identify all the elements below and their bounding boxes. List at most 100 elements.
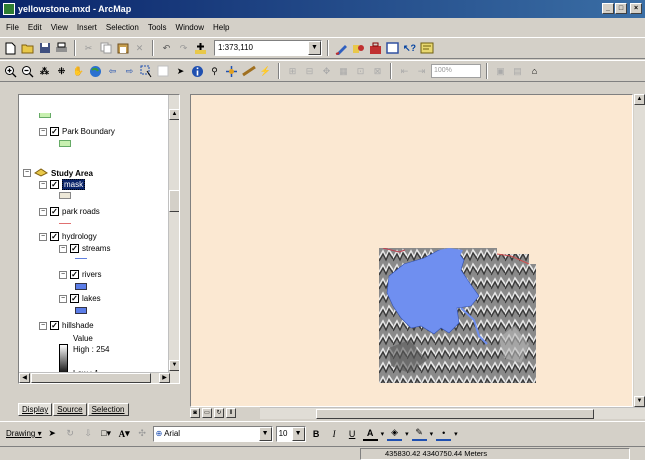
chevron-down-icon[interactable]: ▼ <box>291 426 305 441</box>
new-document-icon[interactable] <box>3 41 18 56</box>
menu-selection[interactable]: Selection <box>106 23 139 32</box>
fixed-zoom-in-layout-icon[interactable]: ⊡ <box>353 64 368 79</box>
layer-row-hillshade[interactable]: − ✓ hillshade <box>39 321 94 330</box>
redo-icon[interactable]: ↷ <box>176 41 191 56</box>
map-scale-combo[interactable]: 1:373,110 ▼ <box>214 40 322 56</box>
scroll-down-icon[interactable]: ▼ <box>634 396 645 407</box>
dropdown-arrow-icon[interactable]: ▾ <box>454 430 458 438</box>
layer-row-park-roads[interactable]: − ✓ park roads <box>39 207 100 216</box>
layout-zoom-in-icon[interactable]: ⊞ <box>285 64 300 79</box>
dropdown-arrow-icon[interactable]: ▾ <box>405 430 409 438</box>
identify-icon[interactable] <box>190 64 205 79</box>
menu-tools[interactable]: Tools <box>148 23 167 32</box>
zoom-in-icon[interactable] <box>3 64 18 79</box>
tab-selection[interactable]: Selection <box>87 403 129 416</box>
full-extent-icon[interactable] <box>88 64 103 79</box>
scroll-left-icon[interactable]: ◀ <box>19 373 30 383</box>
hyperlink-icon[interactable]: ⚡ <box>258 64 273 79</box>
group-name[interactable]: Study Area <box>51 169 93 178</box>
layer-row-park-boundary[interactable]: − ✓ Park Boundary <box>39 127 115 136</box>
zoom-100-icon[interactable]: ⇤ <box>397 64 412 79</box>
zoom-to-selected-icon[interactable]: ⇩ <box>81 426 96 441</box>
select-elements-icon[interactable]: ➤ <box>45 426 60 441</box>
scroll-thumb[interactable] <box>31 373 151 383</box>
edit-vertices-icon[interactable]: ✣ <box>135 426 150 441</box>
save-icon[interactable] <box>37 41 52 56</box>
drawing-menu[interactable]: Drawing ▾ <box>6 429 42 438</box>
layer-visibility-checkbox[interactable]: ✓ <box>70 244 79 253</box>
layer-visibility-checkbox[interactable]: ✓ <box>70 294 79 303</box>
menu-view[interactable]: View <box>51 23 68 32</box>
collapse-icon[interactable]: − <box>39 232 47 241</box>
editor-toolbar-icon[interactable] <box>334 41 349 56</box>
measure-icon[interactable] <box>241 64 256 79</box>
layout-pan-icon[interactable]: ✥ <box>319 64 334 79</box>
chevron-down-icon[interactable]: ▼ <box>308 41 321 55</box>
collapse-icon[interactable]: − <box>59 294 67 303</box>
layer-row-streams[interactable]: − ✓ streams <box>59 244 110 253</box>
minimize-button[interactable]: _ <box>602 3 614 14</box>
next-extent-icon[interactable]: ⇨ <box>122 64 137 79</box>
group-name[interactable]: hydrology <box>62 232 97 241</box>
layer-visibility-checkbox[interactable]: ✓ <box>50 321 59 330</box>
layout-zoom-combo[interactable]: 100% <box>431 64 481 78</box>
delete-icon[interactable]: ✕ <box>132 41 147 56</box>
underline-button[interactable]: U <box>345 426 360 441</box>
marker-color-icon[interactable]: • <box>436 426 452 441</box>
layout-view-icon[interactable]: ▭ <box>202 408 212 418</box>
select-elements-icon[interactable]: ➤ <box>173 64 188 79</box>
layer-visibility-checkbox[interactable]: ✓ <box>50 180 59 189</box>
copy-icon[interactable] <box>98 41 113 56</box>
zoom-out-icon[interactable] <box>20 64 35 79</box>
close-button[interactable]: × <box>630 3 642 14</box>
menu-insert[interactable]: Insert <box>77 23 97 32</box>
go-to-xy-icon[interactable] <box>224 64 239 79</box>
collapse-icon[interactable]: − <box>23 169 31 177</box>
map-display[interactable] <box>190 94 633 407</box>
toc-vertical-scrollbar[interactable]: ▲ ▼ <box>168 95 179 383</box>
maximize-button[interactable]: □ <box>615 3 627 14</box>
toggle-draft-mode-icon[interactable]: ▣ <box>493 64 508 79</box>
focus-data-frame-icon[interactable]: ▤ <box>510 64 525 79</box>
collapse-icon[interactable]: − <box>39 207 47 216</box>
chevron-down-icon[interactable]: ▼ <box>258 426 272 441</box>
pause-drawing-icon[interactable]: Ⅱ <box>226 408 236 418</box>
go-back-extent-icon[interactable]: ⇥ <box>414 64 429 79</box>
menu-file[interactable]: File <box>6 23 19 32</box>
fixed-zoom-out-layout-icon[interactable]: ⊠ <box>370 64 385 79</box>
zoom-whole-page-icon[interactable]: ▦ <box>336 64 351 79</box>
layer-visibility-checkbox[interactable]: ✓ <box>50 127 59 136</box>
font-color-icon[interactable]: A <box>362 426 378 441</box>
title-bar[interactable]: yellowstone.mxd - ArcMap _ □ × <box>0 0 645 18</box>
collapse-icon[interactable]: − <box>39 127 47 136</box>
font-size-combo[interactable]: 10 ▼ <box>275 425 306 442</box>
menu-help[interactable]: Help <box>213 23 229 32</box>
previous-extent-icon[interactable]: ⇦ <box>105 64 120 79</box>
layer-group-hydrology[interactable]: − ✓ hydrology <box>39 232 97 241</box>
layer-name[interactable]: park roads <box>62 207 100 216</box>
add-data-icon[interactable] <box>193 41 208 56</box>
bold-button[interactable]: B <box>309 426 324 441</box>
layer-name[interactable]: rivers <box>82 270 102 279</box>
fixed-zoom-out-icon[interactable]: ⁜ <box>54 64 69 79</box>
line-color-icon[interactable]: ✎ <box>411 426 427 441</box>
new-text-icon[interactable]: A ▾ <box>117 426 132 441</box>
undo-icon[interactable]: ↶ <box>159 41 174 56</box>
whats-this-icon[interactable]: ↖? <box>402 41 417 56</box>
menu-window[interactable]: Window <box>176 23 204 32</box>
layer-row-lakes[interactable]: − ✓ lakes <box>59 294 101 303</box>
toc-horizontal-scrollbar[interactable]: ◀ ▶ <box>19 372 170 383</box>
data-view-icon[interactable]: ◙ <box>190 408 200 418</box>
yellowstone-study-area-map[interactable] <box>379 248 536 383</box>
italic-button[interactable]: I <box>327 426 342 441</box>
collapse-icon[interactable]: − <box>39 180 47 189</box>
model-builder-icon[interactable] <box>419 41 434 56</box>
fixed-zoom-in-icon[interactable]: ⁂ <box>37 64 52 79</box>
dropdown-arrow-icon[interactable]: ▾ <box>430 430 434 438</box>
layer-row-rivers[interactable]: − ✓ rivers <box>59 270 102 279</box>
font-name-combo[interactable]: ⊕ Arial ▼ <box>152 425 273 442</box>
find-icon[interactable]: ⚲ <box>207 64 222 79</box>
arccatalog-icon[interactable] <box>351 41 366 56</box>
layer-visibility-checkbox[interactable]: ✓ <box>50 207 59 216</box>
open-folder-icon[interactable] <box>20 41 35 56</box>
